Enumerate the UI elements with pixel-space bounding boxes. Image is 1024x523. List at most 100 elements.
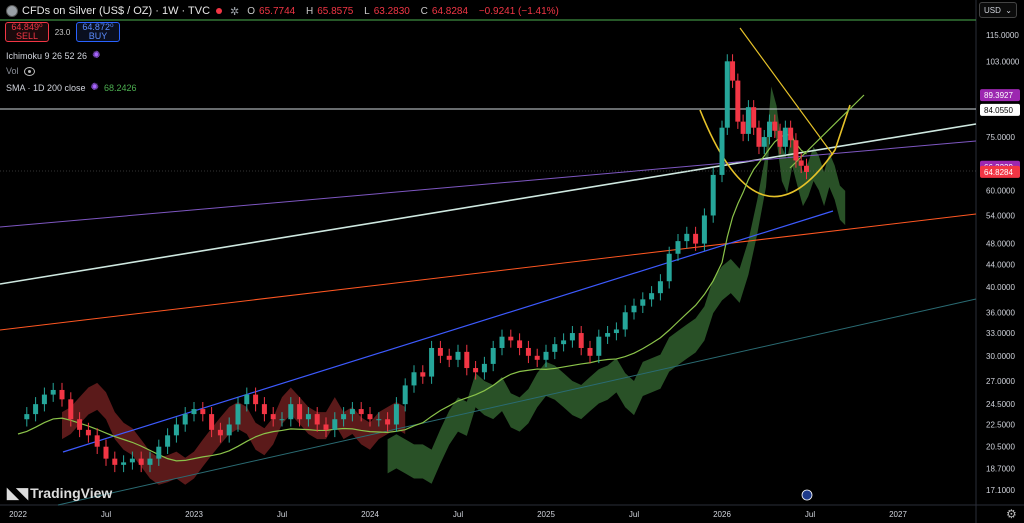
ohlc-readout: O 65.7744 H 65.8575 L 63.2830 C 64.8284 −0.9… (247, 5, 559, 17)
candle-body (782, 127, 788, 147)
market-status-icon (216, 8, 223, 14)
candle-body (508, 336, 514, 341)
candle-body (367, 414, 373, 420)
indicator-source-icon: ✺ (92, 50, 101, 61)
x-tick-label: 2025 (537, 510, 555, 519)
chevron-down-icon: ⌄ (1005, 5, 1012, 15)
candle-body (622, 312, 628, 330)
candle-body (437, 347, 443, 356)
candle-body (235, 404, 241, 425)
candle-body (165, 435, 171, 447)
y-tick-label: 75.0000 (986, 133, 1015, 142)
y-tick-label: 44.0000 (986, 260, 1015, 269)
candle-body (613, 329, 619, 334)
tradingview-mark-icon: ◣◥ (7, 485, 28, 502)
candle-body (751, 107, 757, 128)
candle-body (305, 414, 311, 420)
candle-body (803, 165, 809, 172)
silver-symbol-icon (6, 5, 18, 17)
y-tick-label: 22.5000 (986, 420, 1015, 429)
candle-body (261, 404, 267, 415)
candle-body (693, 233, 699, 244)
y-tick-label: 48.0000 (986, 240, 1015, 249)
candle-body (756, 127, 762, 147)
candle-body (103, 446, 109, 459)
spread-value: 23.0 (54, 27, 71, 37)
candle-body (173, 424, 179, 436)
candle-body (640, 299, 646, 306)
candle-body (59, 389, 65, 400)
candle-body (724, 61, 730, 128)
candle-body (578, 333, 584, 348)
candle-body (253, 394, 259, 405)
candle-body (525, 347, 531, 356)
y-tick-label: 40.0000 (986, 283, 1015, 292)
candle-body (788, 127, 794, 141)
candle-body (455, 351, 461, 360)
candle-body (735, 80, 741, 122)
candle-body (543, 351, 549, 360)
sell-button[interactable]: 64.849⁰ SELL (5, 22, 49, 42)
candle-body (376, 419, 382, 421)
buy-button[interactable]: 64.872⁰ BUY (76, 22, 120, 42)
x-tick-label: 2022 (9, 510, 27, 519)
y-tick-label: 54.0000 (986, 211, 1015, 220)
chart-settings-gear-icon[interactable]: ⚙ (1006, 508, 1018, 520)
trendline-orange (0, 213, 977, 331)
y-tick-label: 115.0000 (986, 31, 1019, 40)
candle-body (587, 347, 593, 356)
currency-selector[interactable]: USD ⌄ (979, 2, 1017, 18)
settings-sparkle-icon[interactable]: ✲ (230, 5, 239, 18)
candle-body (77, 419, 83, 430)
y-tick-label: 17.1000 (986, 486, 1015, 495)
candle-body (777, 130, 783, 147)
x-tick-label: 2026 (713, 510, 731, 519)
candle-body (341, 414, 347, 420)
candle-body (793, 140, 799, 161)
price-chart[interactable]: 115.0000 103.0000 75.0000 60.0000 54.0000 48.… (0, 0, 1024, 523)
symbol-title[interactable]: CFDs on Silver (US$ / OZ) · 1W · TVC (22, 5, 210, 17)
candle-body (200, 409, 206, 415)
x-tick-label: Jul (629, 510, 639, 519)
candle-body (358, 409, 364, 415)
candle-body (552, 344, 558, 352)
x-tick-label: 2024 (361, 510, 379, 519)
sma-value: 68.2426 (103, 82, 137, 93)
candle-body (85, 429, 91, 436)
candle-body (420, 372, 426, 377)
hidden-eye-icon[interactable] (23, 66, 35, 76)
indicator-ichimoku[interactable]: Ichimoku 9 26 52 26 ✺ (6, 50, 100, 61)
candle-body (332, 419, 338, 430)
candle-body (402, 385, 408, 405)
candle-body (323, 424, 329, 430)
x-tick-label: Jul (101, 510, 111, 519)
y-tick-label: 60.0000 (986, 186, 1015, 195)
price-badge-label: 89.3927 (984, 91, 1013, 100)
x-tick-label: Jul (805, 510, 815, 519)
candle-body (561, 340, 567, 345)
candle-body (719, 127, 725, 175)
candle-body (217, 429, 223, 436)
candle-body (129, 458, 135, 463)
candle-body (596, 336, 602, 356)
candle-body (393, 404, 399, 425)
candle-body (314, 414, 320, 425)
candle-body (385, 419, 391, 425)
indicator-sma[interactable]: SMA · 1D 200 close ✺ 68.2426 (6, 82, 136, 93)
candle-body (349, 409, 355, 415)
y-tick-label: 27.0000 (986, 377, 1015, 386)
candle-body (94, 435, 100, 447)
candle-body (68, 399, 74, 420)
candle-body (112, 458, 118, 465)
y-tick-label: 33.0000 (986, 329, 1015, 338)
y-tick-label: 24.5000 (986, 400, 1015, 409)
trendline-white (0, 123, 977, 285)
candle-body (569, 333, 575, 341)
x-tick-label: Jul (277, 510, 287, 519)
candle-body (649, 293, 655, 300)
candle-body (534, 355, 540, 360)
y-tick-label: 103.0000 (986, 57, 1020, 66)
candle-body (740, 121, 746, 134)
candle-body (666, 253, 672, 282)
indicator-volume[interactable]: Vol (6, 66, 35, 76)
